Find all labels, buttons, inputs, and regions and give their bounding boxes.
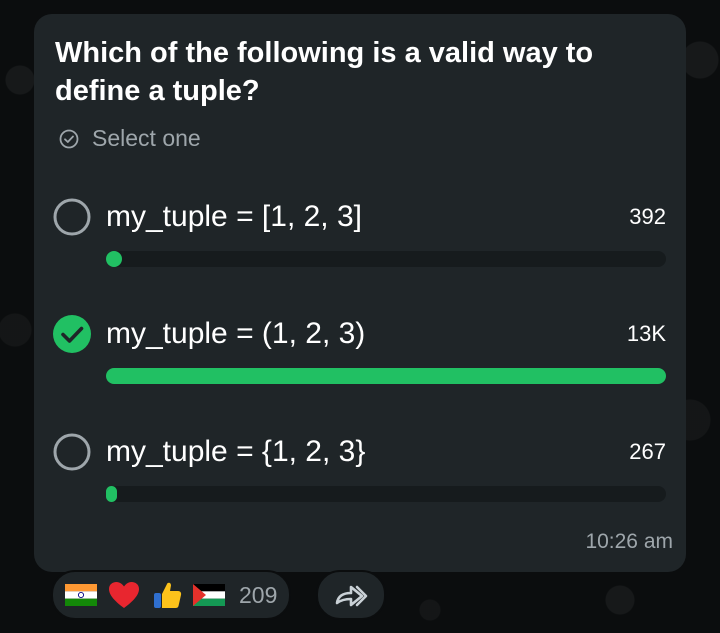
poll-question: Which of the following is a valid way to… [55,37,594,107]
radio-checked-icon[interactable] [52,314,92,354]
reaction-count: 209 [239,581,278,608]
red-heart-icon [109,582,139,608]
poll-option[interactable]: my_tuple = {1, 2, 3} 267 [52,432,666,512]
radio-unchecked-icon[interactable] [52,197,92,237]
option-vote-count[interactable]: 392 [629,197,666,237]
poll-option[interactable]: my_tuple = (1, 2, 3) 13K [52,314,666,394]
radio-unchecked-icon[interactable] [52,432,92,472]
option-progress-track [106,251,666,267]
option-label: my_tuple = (1, 2, 3) [106,317,366,350]
option-progress-fill [106,251,123,267]
option-label: my_tuple = {1, 2, 3} [106,435,366,468]
forward-icon [335,585,368,607]
option-label: my_tuple = [1, 2, 3] [106,200,362,233]
option-vote-count[interactable]: 267 [629,432,666,472]
select-one-hint: Select one [59,125,201,152]
option-progress-track [106,486,666,502]
option-progress-fill [106,486,118,502]
india-flag-icon [65,584,97,606]
forward-button[interactable] [316,570,386,620]
thumbs-up-icon [154,582,182,608]
reactions-pill[interactable]: 209 [51,570,292,620]
poll-message-bubble: Which of the following is a valid way to… [34,14,686,572]
select-hint-label: Select one [92,125,201,151]
option-progress-fill [106,368,666,384]
check-circle-icon [59,129,79,148]
option-vote-count[interactable]: 13K [627,314,666,354]
poll-option[interactable]: my_tuple = [1, 2, 3] 392 [52,197,666,277]
palestine-flag-icon [193,584,225,606]
option-progress-track [106,368,666,384]
message-timestamp: 10:26 am [585,530,673,553]
